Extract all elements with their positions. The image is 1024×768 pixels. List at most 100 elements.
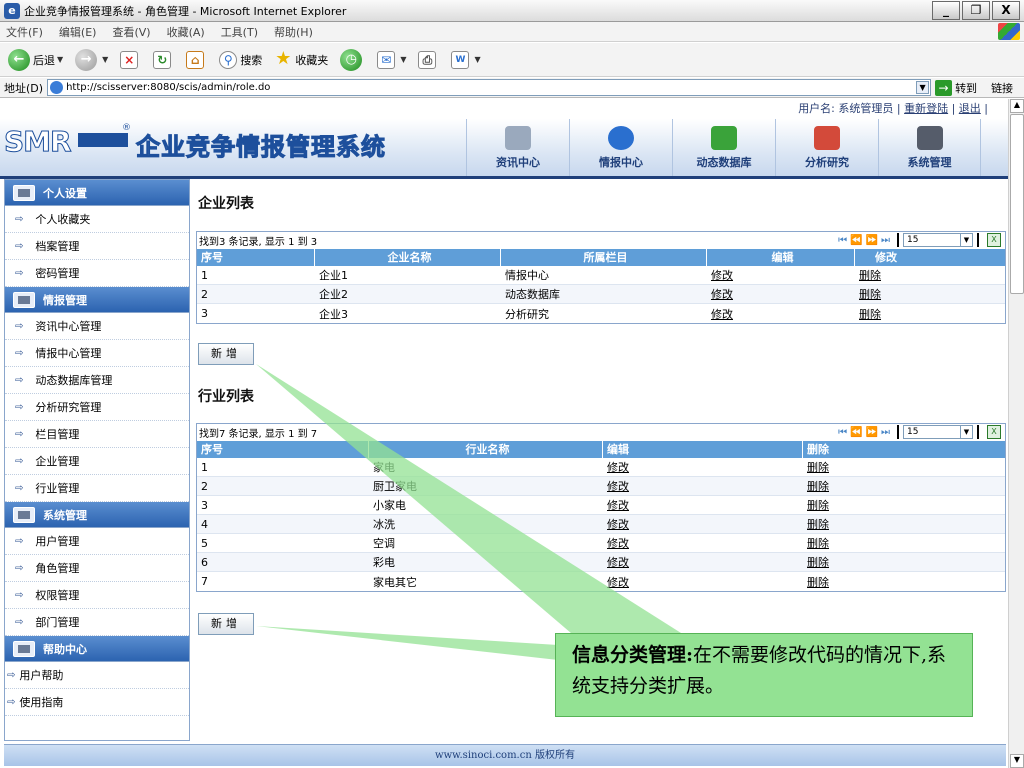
edit-link[interactable]: 修改 xyxy=(607,556,629,569)
scroll-thumb[interactable] xyxy=(1010,114,1024,294)
links-button[interactable]: 链接 xyxy=(991,80,1013,96)
nav-analysis[interactable]: 分析研究 xyxy=(775,119,878,176)
first-page-icon[interactable]: ⏮ xyxy=(838,427,847,438)
nav-news-center[interactable]: 资讯中心 xyxy=(466,119,569,176)
scroll-down-icon[interactable]: ▼ xyxy=(1010,754,1024,768)
delete-link[interactable]: 删除 xyxy=(807,461,829,474)
back-dropdown-icon[interactable]: ▼ xyxy=(57,55,63,64)
minimize-button[interactable]: _ xyxy=(932,1,960,20)
edit-link[interactable]: 修改 xyxy=(711,269,733,282)
go-button[interactable]: → 转到 xyxy=(935,79,977,96)
edit-link[interactable]: 修改 xyxy=(607,480,629,493)
search-button[interactable]: ⚲ 搜索 xyxy=(219,50,262,69)
close-button[interactable]: X xyxy=(992,1,1020,20)
maximize-button[interactable]: ❐ xyxy=(962,1,990,20)
last-page-icon[interactable]: ⏭ xyxy=(881,427,890,438)
print-button[interactable]: ⎙ xyxy=(418,50,439,69)
relogin-link[interactable]: 重新登陆 xyxy=(904,102,948,115)
back-label: 后退 xyxy=(33,53,55,67)
arrow-right-icon: ⇨ xyxy=(15,535,24,547)
delete-link[interactable]: 删除 xyxy=(859,269,881,282)
sidebar-item-label: 分析研究管理 xyxy=(35,401,102,414)
sidebar-item-news-admin[interactable]: ⇨ 资讯中心管理 xyxy=(5,313,189,340)
edit-button[interactable]: W ▼ xyxy=(451,50,481,69)
delete-link[interactable]: 删除 xyxy=(859,288,881,301)
last-page-icon[interactable]: ⏭ xyxy=(881,235,890,246)
edit-link[interactable]: 修改 xyxy=(607,461,629,474)
nav-dynamic-database[interactable]: 动态数据库 xyxy=(672,119,775,176)
menu-view[interactable]: 查看(V) xyxy=(112,24,150,40)
back-button[interactable]: ← 后退 ▼ xyxy=(8,48,63,71)
menu-edit[interactable]: 编辑(E) xyxy=(59,24,97,40)
menu-help[interactable]: 帮助(H) xyxy=(274,24,313,40)
callout-title: 信息分类管理: xyxy=(572,644,694,666)
next-page-icon[interactable]: ⏩ xyxy=(866,427,878,438)
stop-button[interactable]: × xyxy=(120,50,141,69)
edit-dropdown-icon[interactable]: ▼ xyxy=(474,55,480,64)
sidebar-item-favorites[interactable]: ⇨ 个人收藏夹 xyxy=(5,206,189,233)
scroll-up-icon[interactable]: ▲ xyxy=(1010,99,1024,113)
sidebar-item-industry-admin[interactable]: ⇨ 行业管理 xyxy=(5,475,189,502)
refresh-button[interactable]: ↻ xyxy=(153,50,174,69)
edit-link[interactable]: 修改 xyxy=(607,537,629,550)
export-excel-icon[interactable]: X xyxy=(987,425,1001,439)
menu-favorites[interactable]: 收藏(A) xyxy=(167,24,205,40)
edit-link[interactable]: 修改 xyxy=(607,518,629,531)
sidebar-item-password[interactable]: ⇨ 密码管理 xyxy=(5,260,189,287)
page-size-select[interactable]: 15 ▼ xyxy=(903,233,973,247)
forward-dropdown-icon[interactable]: ▼ xyxy=(102,55,108,64)
sidebar-item-departments[interactable]: ⇨ 部门管理 xyxy=(5,609,189,636)
nav-intel-center[interactable]: 情报中心 xyxy=(569,119,672,176)
delete-link[interactable]: 删除 xyxy=(807,556,829,569)
record-count: 找到3 条记录, 显示 1 到 3 xyxy=(199,237,318,248)
sidebar-item-intel-admin[interactable]: ⇨ 情报中心管理 xyxy=(5,340,189,367)
delete-link[interactable]: 删除 xyxy=(859,308,881,321)
add-company-button[interactable]: 新增 xyxy=(198,343,254,365)
delete-link[interactable]: 删除 xyxy=(807,480,829,493)
mail-dropdown-icon[interactable]: ▼ xyxy=(400,55,406,64)
edit-link[interactable]: 修改 xyxy=(711,308,733,321)
sidebar-group-system[interactable]: 系统管理 xyxy=(5,502,189,528)
prev-page-icon[interactable]: ⏪ xyxy=(850,235,862,246)
sidebar-item-user-guide[interactable]: ⇨ 使用指南 xyxy=(5,689,189,716)
edit-link[interactable]: 修改 xyxy=(607,576,629,589)
sidebar-group-personal[interactable]: 个人设置 xyxy=(5,180,189,206)
page-size-select[interactable]: 15 ▼ xyxy=(903,425,973,439)
sidebar-item-company-admin[interactable]: ⇨ 企业管理 xyxy=(5,448,189,475)
sidebar-item-analysis-admin[interactable]: ⇨ 分析研究管理 xyxy=(5,394,189,421)
mail-button[interactable]: ✉ ▼ xyxy=(377,50,406,69)
forward-button[interactable]: → ▼ xyxy=(75,48,108,71)
sidebar-item-permissions[interactable]: ⇨ 权限管理 xyxy=(5,582,189,609)
delete-link[interactable]: 删除 xyxy=(807,518,829,531)
history-button[interactable]: ◷ xyxy=(340,48,365,71)
logout-link[interactable]: 退出 xyxy=(959,102,981,115)
address-dropdown-icon[interactable]: ▼ xyxy=(916,81,930,94)
export-excel-icon[interactable]: X xyxy=(987,233,1001,247)
smr-logo-text: SMR xyxy=(4,125,73,159)
first-page-icon[interactable]: ⏮ xyxy=(838,235,847,246)
sidebar-group-help[interactable]: 帮助中心 xyxy=(5,636,189,662)
sidebar-item-database-admin[interactable]: ⇨ 动态数据库管理 xyxy=(5,367,189,394)
sidebar-item-label: 动态数据库管理 xyxy=(35,374,113,387)
home-button[interactable]: ⌂ xyxy=(186,50,207,69)
sidebar-item-column-admin[interactable]: ⇨ 栏目管理 xyxy=(5,421,189,448)
menu-tools[interactable]: 工具(T) xyxy=(221,24,258,40)
prev-page-icon[interactable]: ⏪ xyxy=(850,427,862,438)
sidebar-group-intel[interactable]: 情报管理 xyxy=(5,287,189,313)
delete-link[interactable]: 删除 xyxy=(807,499,829,512)
sidebar-item-user-help[interactable]: ⇨ 用户帮助 xyxy=(5,662,189,689)
edit-link[interactable]: 修改 xyxy=(607,499,629,512)
nav-system-admin[interactable]: 系统管理 xyxy=(878,119,981,176)
add-industry-button[interactable]: 新增 xyxy=(198,613,254,635)
sidebar-item-roles[interactable]: ⇨ 角色管理 xyxy=(5,555,189,582)
vertical-scrollbar[interactable]: ▲ ▼ xyxy=(1008,99,1024,768)
address-input[interactable]: http://scisserver:8080/scis/admin/role.d… xyxy=(47,79,932,96)
next-page-icon[interactable]: ⏩ xyxy=(866,235,878,246)
menu-file[interactable]: 文件(F) xyxy=(6,24,43,40)
sidebar-item-profile[interactable]: ⇨ 档案管理 xyxy=(5,233,189,260)
sidebar-item-users[interactable]: ⇨ 用户管理 xyxy=(5,528,189,555)
edit-link[interactable]: 修改 xyxy=(711,288,733,301)
delete-link[interactable]: 删除 xyxy=(807,576,829,589)
delete-link[interactable]: 删除 xyxy=(807,537,829,550)
favorites-button[interactable]: ★ 收藏夹 xyxy=(274,49,328,69)
